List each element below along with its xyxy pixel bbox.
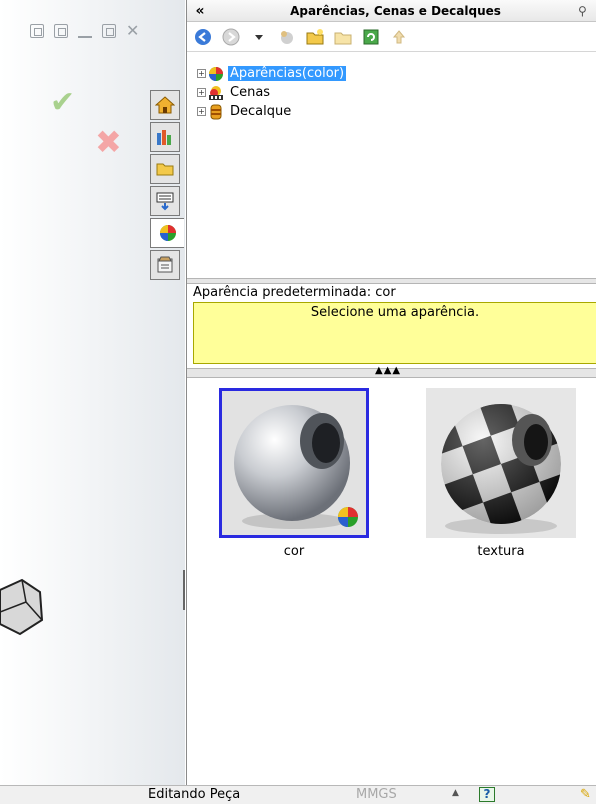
panel-title-bar: « Aparências, Cenas e Decalques ⚲ [187, 0, 596, 22]
expand-icon[interactable]: + [197, 88, 206, 97]
rebuild-icon[interactable]: ✎ [580, 787, 591, 802]
appearance-icon [208, 66, 224, 82]
gallery-splitter[interactable]: ▲▲▲ [187, 366, 596, 378]
appearance-thumbnail[interactable] [219, 388, 369, 538]
tree-item-scenes[interactable]: + Cenas [197, 83, 596, 102]
pin-icon[interactable]: ⚲ [578, 4, 596, 18]
info-message-box: Selecione uma aparência. [193, 302, 596, 364]
task-pane-tabs [150, 90, 186, 282]
back-icon [195, 28, 211, 45]
home-icon [155, 96, 175, 114]
appearance-ball-icon [159, 225, 176, 241]
new-folder-button[interactable] [305, 27, 325, 47]
tree-item-label[interactable]: Decalque [228, 104, 293, 119]
tile-left-icon[interactable] [30, 24, 44, 38]
refresh-button[interactable] [361, 27, 381, 47]
gallery-item-cor[interactable]: cor [219, 388, 369, 559]
gallery-item-caption: cor [283, 544, 305, 559]
custom-properties-icon [157, 256, 173, 273]
folder-icon [156, 163, 174, 176]
gallery-item-caption: textura [477, 544, 525, 559]
status-bar: Editando Peça MMGS ▲ ? ✎ [0, 785, 596, 804]
design-library-icon [157, 130, 171, 145]
panel-title: Aparências, Cenas e Decalques [290, 3, 501, 18]
x-icon[interactable]: ✖ [95, 126, 122, 158]
tab-design-library[interactable] [150, 122, 180, 152]
new-folder-icon [306, 28, 324, 44]
forward-button[interactable] [221, 27, 241, 47]
tree-item-label[interactable]: Aparências(color) [228, 66, 347, 81]
close-icon[interactable]: ✕ [126, 23, 139, 39]
view-palette-icon [156, 192, 174, 211]
units-indicator[interactable]: MMGS [356, 787, 397, 802]
appearance-gallery: cor textura [187, 378, 596, 778]
open-folder-button[interactable] [333, 27, 353, 47]
collapse-panel-button[interactable]: « [187, 3, 213, 19]
up-icon [392, 29, 406, 43]
forward-icon [222, 28, 240, 45]
info-message: Selecione uma aparência. [310, 305, 480, 320]
check-icon[interactable]: ✔ [50, 88, 75, 118]
viewport-splitter[interactable] [183, 570, 185, 610]
history-dropdown[interactable] [249, 27, 269, 47]
decal-icon [208, 104, 224, 120]
up-button[interactable] [389, 27, 409, 47]
expand-icon[interactable]: + [197, 69, 206, 78]
default-appearance-label: Aparência predeterminada: cor [193, 285, 396, 300]
tree-item-appearances[interactable]: + Aparências(color) [197, 64, 596, 83]
tab-home[interactable] [150, 90, 180, 120]
units-menu-arrow[interactable]: ▲ [452, 788, 459, 798]
scenes-icon [208, 85, 224, 101]
hex-part-model [0, 578, 44, 636]
add-appearance-button[interactable] [277, 27, 297, 47]
restore-icon[interactable] [102, 24, 116, 38]
appearance-thumbnail[interactable] [426, 388, 576, 538]
tree-item-label[interactable]: Cenas [228, 85, 272, 100]
minimize-icon[interactable] [78, 24, 92, 38]
tree-item-decals[interactable]: + Decalque [197, 102, 596, 121]
tab-appearances[interactable] [150, 218, 184, 248]
tab-view-palette[interactable] [150, 186, 180, 216]
dropdown-icon [255, 34, 263, 40]
tab-file-explorer[interactable] [150, 154, 180, 184]
back-button[interactable] [193, 27, 213, 47]
status-text: Editando Peça [148, 787, 241, 802]
add-appearance-icon [281, 30, 293, 44]
tile-right-icon[interactable] [54, 24, 68, 38]
tab-custom-properties[interactable] [150, 250, 180, 280]
refresh-icon [363, 29, 379, 44]
view-window-controls: ✕ [30, 23, 139, 39]
gallery-item-textura[interactable]: textura [426, 388, 576, 559]
appearances-tree: + Aparências(color) + Cenas + Decalque [187, 52, 596, 278]
help-icon[interactable]: ? [479, 787, 495, 802]
panel-toolbar [187, 22, 596, 52]
folder-icon [334, 32, 352, 44]
appearances-task-pane: « Aparências, Cenas e Decalques ⚲ + Apar… [186, 0, 596, 785]
expand-icon[interactable]: + [197, 107, 206, 116]
grip-icon[interactable]: ▲▲▲ [375, 366, 401, 376]
